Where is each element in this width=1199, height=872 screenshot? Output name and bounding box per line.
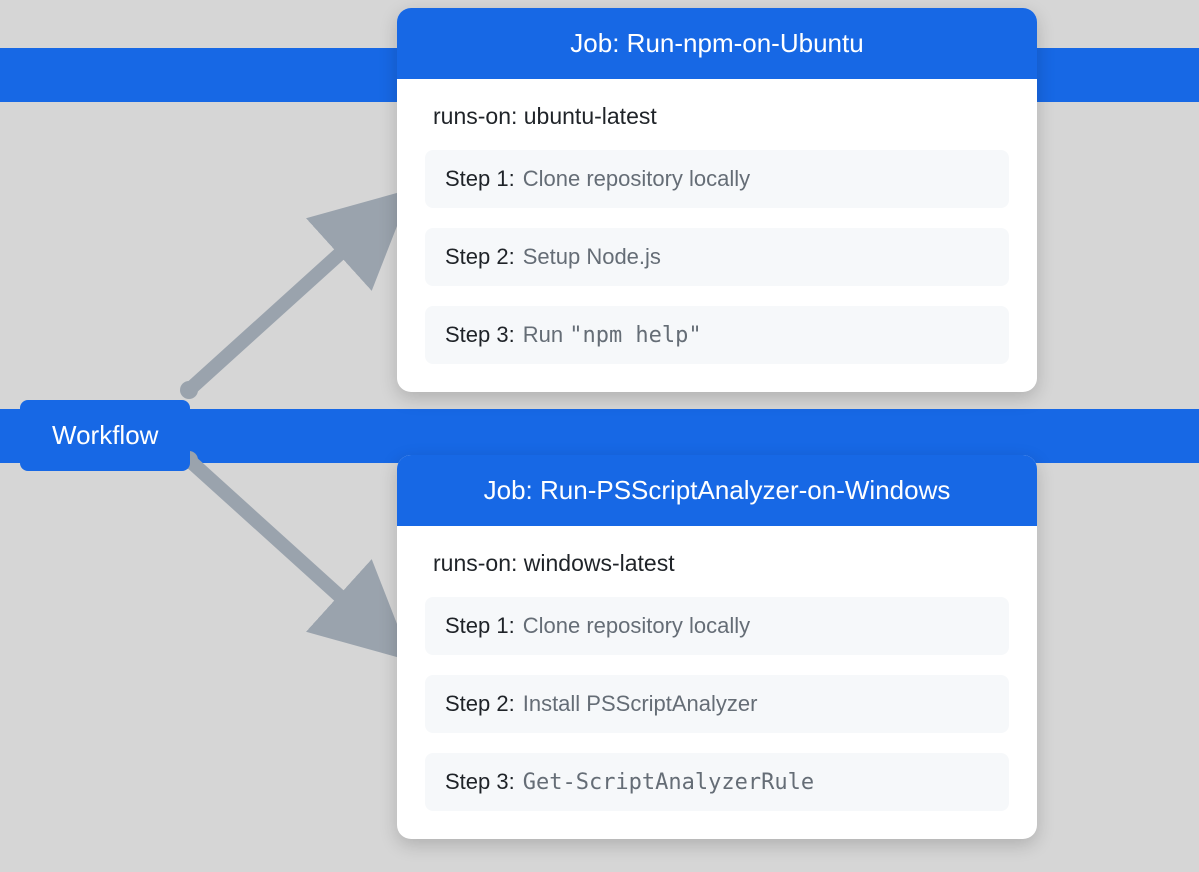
job-header: Job: Run-npm-on-Ubuntu — [397, 8, 1037, 79]
step-label: Step 2: — [445, 691, 515, 717]
job-step: Step 1: Clone repository locally — [425, 150, 1009, 208]
job-step: Step 1: Clone repository locally — [425, 597, 1009, 655]
runs-on-label: runs-on: windows-latest — [425, 550, 1009, 577]
job-body: runs-on: ubuntu-latest Step 1: Clone rep… — [397, 79, 1037, 392]
job-card-ubuntu: Job: Run-npm-on-Ubuntu runs-on: ubuntu-l… — [397, 8, 1037, 392]
runs-on-label: runs-on: ubuntu-latest — [425, 103, 1009, 130]
step-label: Step 3: — [445, 322, 515, 348]
step-desc: Run "npm help" — [523, 322, 702, 348]
step-desc: Setup Node.js — [523, 244, 661, 270]
step-desc-code: "npm help" — [569, 323, 701, 348]
job-title: Job: Run-npm-on-Ubuntu — [570, 28, 863, 58]
job-step: Step 2: Setup Node.js — [425, 228, 1009, 286]
step-desc: Clone repository locally — [523, 613, 750, 639]
job-header: Job: Run-PSScriptAnalyzer-on-Windows — [397, 455, 1037, 526]
job-step: Step 2: Install PSScriptAnalyzer — [425, 675, 1009, 733]
step-desc: Clone repository locally — [523, 166, 750, 192]
job-card-windows: Job: Run-PSScriptAnalyzer-on-Windows run… — [397, 455, 1037, 839]
step-desc: Install PSScriptAnalyzer — [523, 691, 758, 717]
step-label: Step 1: — [445, 613, 515, 639]
step-desc: Get-ScriptAnalyzerRule — [523, 769, 814, 795]
job-body: runs-on: windows-latest Step 1: Clone re… — [397, 526, 1037, 839]
step-desc-code: Get-ScriptAnalyzerRule — [523, 770, 814, 795]
job-step: Step 3: Run "npm help" — [425, 306, 1009, 364]
step-label: Step 2: — [445, 244, 515, 270]
connector-lines — [175, 190, 420, 690]
job-title: Job: Run-PSScriptAnalyzer-on-Windows — [484, 475, 951, 505]
workflow-label: Workflow — [52, 420, 158, 450]
step-label: Step 1: — [445, 166, 515, 192]
step-desc-prefix: Run — [523, 322, 569, 347]
workflow-node: Workflow — [20, 400, 190, 471]
step-label: Step 3: — [445, 769, 515, 795]
job-step: Step 3: Get-ScriptAnalyzerRule — [425, 753, 1009, 811]
